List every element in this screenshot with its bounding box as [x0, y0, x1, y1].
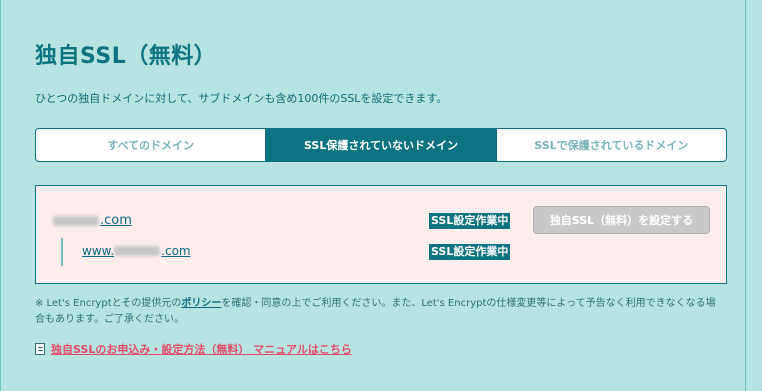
- page-subtitle: ひとつの独自ドメインに対して、サブドメインも含め100件のSSLを設定できます。: [35, 92, 448, 105]
- tab-all-domains[interactable]: すべてのドメイン: [36, 129, 265, 161]
- note-prefix: ※ Let's Encryptとその提供元の: [35, 298, 182, 309]
- lets-encrypt-note: ※ Let's Encryptとその提供元のポリシーを確認・同意の上でご利用くだ…: [35, 296, 725, 328]
- subdomain-indent-line: [61, 238, 63, 266]
- domain-filter-tabs: すべてのドメイン SSL保護されていないドメイン SSLで保護されているドメイン: [35, 128, 727, 162]
- status-badge: SSL設定作業中: [429, 244, 511, 260]
- policy-link[interactable]: ポリシー: [181, 298, 221, 309]
- status-badge: SSL設定作業中: [429, 213, 511, 229]
- tab-protected-domains[interactable]: SSLで保護されているドメイン: [495, 129, 726, 161]
- tab-unprotected-domains[interactable]: SSL保護されていないドメイン: [265, 129, 496, 161]
- domain-main-link[interactable]: .com: [53, 213, 132, 228]
- domain-sub-prefix: www.: [82, 244, 115, 258]
- domain-sub-suffix: .com: [161, 244, 191, 258]
- document-icon: [35, 343, 45, 355]
- setup-ssl-button[interactable]: 独自SSL（無料）を設定する: [533, 206, 710, 234]
- manual-link[interactable]: 独自SSLのお申込み・設定方法（無料） マニュアルはこちら: [51, 341, 352, 357]
- manual-link-row: 独自SSLのお申込み・設定方法（無料） マニュアルはこちら: [35, 341, 352, 357]
- domain-sub-link[interactable]: www. .com: [82, 244, 191, 258]
- page-title: 独自SSL（無料）: [35, 44, 217, 69]
- domain-list-panel: .com SSL設定作業中 独自SSL（無料）を設定する www. .com S…: [35, 185, 727, 284]
- redacted-domain-name: [114, 246, 161, 256]
- redacted-domain-name: [53, 215, 99, 226]
- domain-main-suffix: .com: [100, 213, 132, 228]
